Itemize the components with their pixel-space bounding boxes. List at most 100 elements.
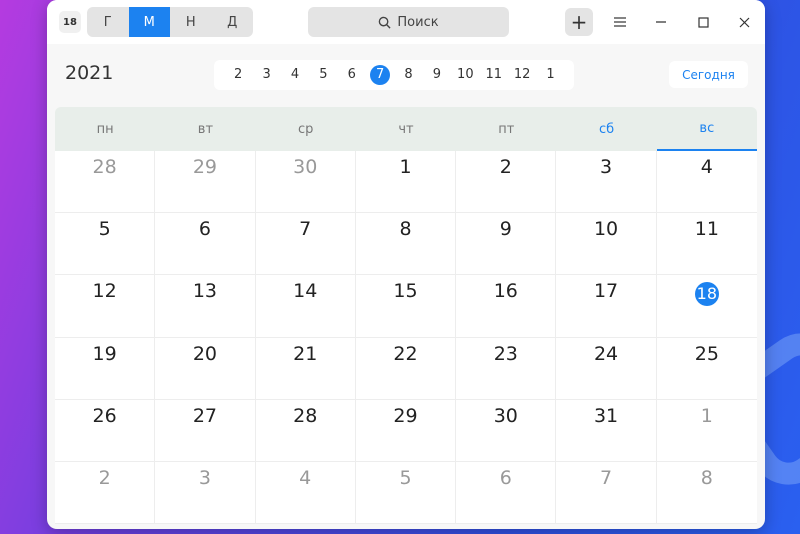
day-number: 13 <box>192 280 218 303</box>
search-label: Поиск <box>397 14 439 30</box>
month-item[interactable]: 10 <box>451 65 479 85</box>
day-cell[interactable]: 9 <box>456 213 557 276</box>
day-cell[interactable]: 8 <box>656 462 757 524</box>
month-item[interactable]: 3 <box>252 65 280 85</box>
day-cell[interactable]: 20 <box>155 337 256 400</box>
day-number: 2 <box>98 466 111 489</box>
day-cell[interactable]: 3 <box>556 151 657 214</box>
day-number: 27 <box>192 404 218 427</box>
day-number: 5 <box>98 218 111 241</box>
weekday-label-sunday: вс <box>656 107 757 151</box>
calendar-window: 18 Г М Н Д Поиск + 2021 2 3 4 5 6 7 8 9 … <box>47 0 765 529</box>
month-item[interactable]: 2 <box>224 65 252 85</box>
day-cell[interactable]: 6 <box>456 461 557 524</box>
view-day-button[interactable]: Д <box>212 7 254 37</box>
calendar-app-icon: 18 <box>59 11 81 33</box>
day-cell[interactable]: 28 <box>255 399 356 462</box>
month-item[interactable]: 9 <box>423 65 451 85</box>
menu-icon <box>614 17 626 27</box>
month-item[interactable]: 12 <box>508 65 536 85</box>
day-cell[interactable]: 29 <box>155 151 256 214</box>
day-cell[interactable]: 14 <box>255 275 356 338</box>
maximize-button[interactable] <box>691 10 715 34</box>
day-number: 17 <box>593 280 619 303</box>
day-number: 11 <box>694 218 719 241</box>
day-cell[interactable]: 7 <box>556 461 657 524</box>
search-icon <box>379 16 391 29</box>
minimize-button[interactable] <box>649 10 673 34</box>
month-item[interactable]: 4 <box>281 65 309 85</box>
day-number: 1 <box>399 156 412 178</box>
day-number: 4 <box>700 156 713 178</box>
day-cell[interactable]: 15 <box>355 275 457 338</box>
day-cell[interactable]: 2 <box>456 151 557 214</box>
day-number: 30 <box>293 156 318 178</box>
month-item[interactable]: 8 <box>394 65 422 85</box>
day-cell[interactable]: 25 <box>656 338 757 400</box>
maximize-icon <box>697 16 709 28</box>
weekday-label: пт <box>498 121 515 137</box>
close-button[interactable] <box>732 10 756 34</box>
day-number: 6 <box>499 466 512 489</box>
view-month-button[interactable]: М <box>128 7 170 37</box>
day-cell[interactable]: 5 <box>355 461 457 524</box>
day-cell[interactable]: 23 <box>456 337 557 400</box>
day-cell[interactable]: 26 <box>55 399 156 462</box>
day-cell[interactable]: 6 <box>155 213 256 276</box>
day-number: 3 <box>198 466 211 489</box>
day-cell[interactable]: 7 <box>255 213 356 276</box>
view-week-button[interactable]: Н <box>170 7 212 37</box>
day-cell[interactable]: 1 <box>656 400 757 462</box>
day-cell[interactable]: 19 <box>55 337 156 400</box>
day-cell[interactable]: 4 <box>255 461 356 524</box>
day-number: 14 <box>293 280 318 303</box>
day-cell[interactable]: 31 <box>556 399 657 462</box>
day-number: 5 <box>399 466 412 489</box>
day-cell[interactable]: 17 <box>556 275 657 338</box>
day-cell[interactable]: 11 <box>656 213 757 276</box>
month-item-selected[interactable]: 7 <box>366 65 394 85</box>
day-cell[interactable]: 21 <box>255 337 356 400</box>
day-cell[interactable]: 10 <box>556 213 657 276</box>
day-cell[interactable]: 3 <box>155 461 256 524</box>
today-button[interactable]: Сегодня <box>669 61 748 88</box>
day-cell[interactable]: 12 <box>55 275 156 338</box>
add-event-button[interactable]: + <box>565 8 593 36</box>
month-item[interactable]: 5 <box>309 65 337 85</box>
weekday-label: чт <box>398 121 414 137</box>
day-cell[interactable]: 28 <box>55 151 156 214</box>
day-number: 20 <box>192 342 218 365</box>
day-cell[interactable]: 4 <box>656 151 757 214</box>
day-number: 26 <box>92 404 117 427</box>
month-item[interactable]: 1 <box>536 65 564 85</box>
day-number: 7 <box>600 466 613 489</box>
menu-button[interactable] <box>608 10 632 34</box>
year-label: 2021 <box>65 62 114 84</box>
month-item[interactable]: 11 <box>480 65 508 85</box>
minimize-icon <box>656 21 666 23</box>
day-cell[interactable]: 1 <box>355 151 457 214</box>
day-cell[interactable]: 30 <box>456 399 557 462</box>
day-number: 8 <box>399 218 412 241</box>
day-number: 6 <box>198 218 211 241</box>
day-cell[interactable]: 8 <box>355 213 457 276</box>
day-cell-today[interactable]: 18 <box>656 275 757 338</box>
day-number: 29 <box>192 156 218 178</box>
day-number: 12 <box>92 280 117 303</box>
view-year-button[interactable]: Г <box>87 7 129 37</box>
day-number: 21 <box>293 342 318 365</box>
day-number: 23 <box>493 342 518 365</box>
day-cell[interactable]: 27 <box>155 399 256 462</box>
search-field[interactable]: Поиск <box>308 7 509 37</box>
month-item[interactable]: 6 <box>338 65 366 85</box>
day-cell[interactable]: 2 <box>55 461 156 524</box>
day-cell[interactable]: 24 <box>556 337 657 400</box>
day-cell[interactable]: 5 <box>55 213 156 276</box>
close-icon <box>739 17 749 27</box>
day-cell[interactable]: 22 <box>355 337 457 400</box>
day-cell[interactable]: 30 <box>255 151 356 214</box>
day-cell[interactable]: 16 <box>456 275 557 338</box>
view-switcher: Г М Н Д <box>87 7 253 37</box>
day-cell[interactable]: 13 <box>155 275 256 338</box>
day-cell[interactable]: 29 <box>355 399 457 462</box>
